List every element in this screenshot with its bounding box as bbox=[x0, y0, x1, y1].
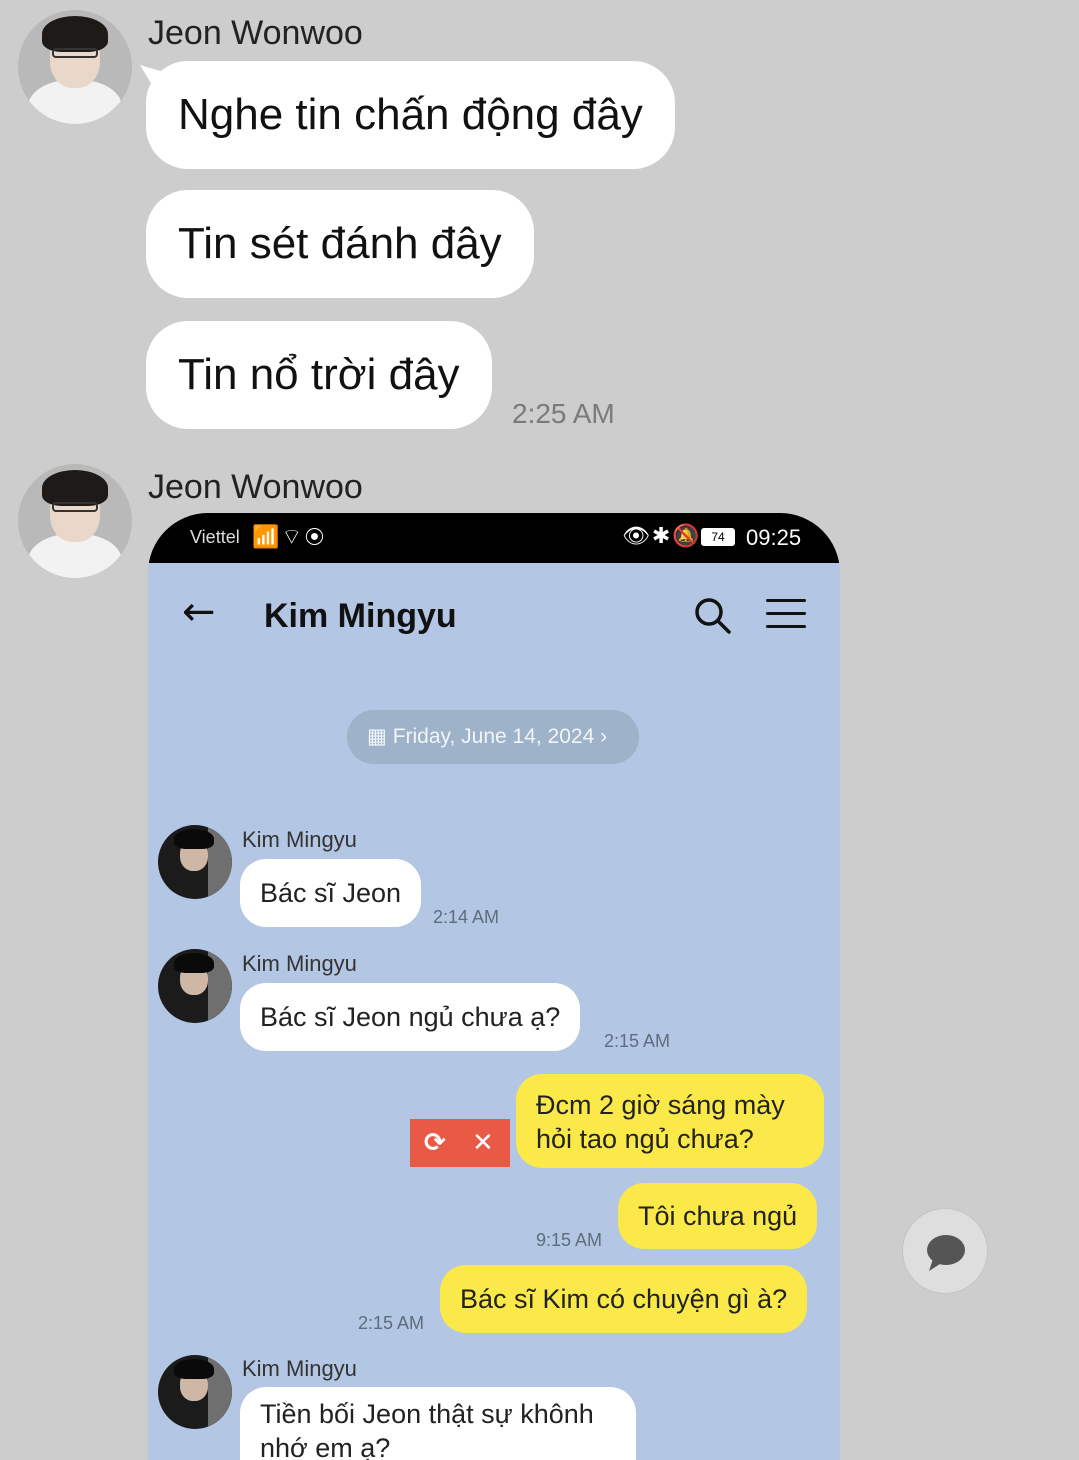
incoming-sender-name: Kim Mingyu bbox=[242, 951, 357, 976]
message-text: Bác sĩ Jeon ngủ chưa ạ? bbox=[260, 1002, 561, 1032]
sender-name: Jeon Wonwoo bbox=[148, 468, 363, 506]
outgoing-message-bubble[interactable]: Đcm 2 giờ sáng mày hỏi tao ngủ chưa? bbox=[516, 1074, 824, 1168]
status-clock: 09:25 bbox=[746, 525, 802, 550]
message-text-line: hỏi tao ngủ chưa? bbox=[536, 1124, 754, 1154]
message-time: 9:15 AM bbox=[536, 1230, 603, 1250]
incoming-sender-name: Kim Mingyu bbox=[242, 1356, 357, 1381]
message-text: Tiền bối Jeon thật sự khônh nhớ em ạ? bbox=[260, 1399, 594, 1460]
calendar-icon: ▦ bbox=[367, 725, 393, 748]
message-text: Nghe tin chấn động đây bbox=[178, 90, 643, 139]
shared-screenshot-image[interactable]: Viettel 📶⌔◉ 👁✱🔕 74 09:25 ← Kim Mingyu ▦ … bbox=[148, 513, 840, 1460]
incoming-message-bubble[interactable]: Tiền bối Jeon thật sự khônh nhớ em ạ? bbox=[240, 1387, 636, 1460]
battery-icon: 74 bbox=[701, 528, 735, 546]
message-text: Tin nổ trời đây bbox=[178, 350, 460, 399]
message-time: 2:15 AM bbox=[358, 1313, 425, 1333]
message-text: Tin sét đánh đây bbox=[178, 219, 502, 268]
incoming-sender-name: Kim Mingyu bbox=[242, 827, 357, 852]
status-bar: Viettel 📶⌔◉ 👁✱🔕 74 09:25 bbox=[148, 513, 840, 563]
retry-send-button[interactable]: ⟳ ✕ bbox=[410, 1119, 510, 1167]
back-arrow-icon[interactable]: ← bbox=[182, 589, 216, 635]
message-text-line: Đcm 2 giờ sáng mày bbox=[536, 1090, 785, 1120]
date-label: Friday, June 14, 2024 bbox=[392, 725, 595, 748]
incoming-message-bubble[interactable]: Bác sĩ Jeon ngủ chưa ạ? bbox=[240, 983, 581, 1051]
comment-button[interactable] bbox=[902, 1208, 988, 1294]
eye-bluetooth-mute-icons: 👁✱🔕 bbox=[622, 523, 702, 548]
chat-app-bar: ← Kim Mingyu bbox=[148, 563, 840, 673]
avatar-kim-mingyu[interactable] bbox=[158, 825, 232, 899]
message-bubble[interactable]: Nghe tin chấn động đây bbox=[140, 61, 675, 169]
outgoing-message-bubble[interactable]: Bác sĩ Kim có chuyện gì à? bbox=[440, 1265, 808, 1333]
avatar-jeon-wonwoo[interactable] bbox=[18, 464, 132, 578]
message-time: 2:25 AM bbox=[512, 398, 615, 429]
outgoing-message-bubble[interactable]: Tôi chưa ngủ bbox=[618, 1183, 818, 1249]
delete-icon[interactable]: ✕ bbox=[472, 1119, 494, 1167]
incoming-message-bubble[interactable]: Bác sĩ Jeon bbox=[240, 859, 422, 927]
chat-title: Kim Mingyu bbox=[264, 597, 457, 635]
signal-wifi-messenger-icons: 📶⌔◉ bbox=[252, 524, 327, 549]
menu-icon[interactable] bbox=[766, 599, 806, 631]
speech-bubble-icon bbox=[927, 1235, 965, 1271]
avatar-kim-mingyu[interactable] bbox=[158, 1355, 232, 1429]
message-time: 2:14 AM bbox=[433, 907, 500, 927]
message-time: 2:15 AM bbox=[604, 1031, 671, 1051]
date-separator[interactable]: ▦ Friday, June 14, 2024 › bbox=[347, 710, 639, 764]
avatar-kim-mingyu[interactable] bbox=[158, 949, 232, 1023]
message-text: Bác sĩ Jeon bbox=[260, 878, 402, 908]
avatar-jeon-wonwoo[interactable] bbox=[18, 10, 132, 124]
message-text: Tôi chưa ngủ bbox=[638, 1201, 798, 1231]
message-bubble[interactable]: Tin sét đánh đây bbox=[146, 190, 534, 298]
message-text: Bác sĩ Kim có chuyện gì à? bbox=[460, 1284, 788, 1314]
sender-name: Jeon Wonwoo bbox=[148, 14, 363, 52]
message-bubble[interactable]: Tin nổ trời đây bbox=[146, 321, 492, 429]
carrier-label: Viettel bbox=[190, 527, 240, 547]
retry-icon[interactable]: ⟳ bbox=[424, 1119, 446, 1167]
search-icon[interactable] bbox=[692, 595, 732, 635]
chevron-right-icon: › bbox=[594, 725, 608, 748]
